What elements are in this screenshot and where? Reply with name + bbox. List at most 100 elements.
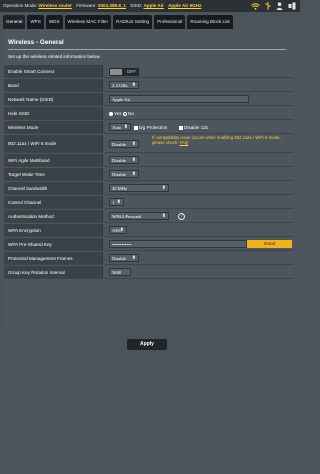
- select-arrow-icon: ⬍: [161, 186, 166, 191]
- row-auth-method: Authentication Method WPA2-Personal ⬍ ?: [4, 210, 293, 223]
- faq-link[interactable]: FAQ: [179, 140, 188, 145]
- bg-protection-option[interactable]: b/g Protection: [134, 121, 168, 137]
- ax-mode-select[interactable]: Disable ⬍: [109, 140, 139, 148]
- ax-mode-value: Disable: [112, 142, 127, 147]
- auth-method-select[interactable]: WPA2-Personal ⬍: [109, 212, 169, 220]
- warning-text: If compatibility issue occurs when enabl…: [152, 135, 281, 146]
- ssid-link-1[interactable]: Apple Air: [144, 3, 164, 8]
- hide-ssid-yes-option[interactable]: Yes: [109, 107, 122, 120]
- row-hide-ssid: Hide SSID Yes No: [4, 107, 293, 120]
- agile-multiband-select[interactable]: Disable ⬍: [109, 156, 139, 164]
- wpa-encryption-select[interactable]: AES ⬍: [109, 226, 127, 234]
- toggle-state: OFF: [126, 69, 136, 74]
- row-channel-bandwidth: Channel bandwidth 20 MHz ⬍: [4, 182, 293, 195]
- operation-mode-link[interactable]: Wireless router: [39, 3, 72, 8]
- ssid-link-2[interactable]: Apple Air 5GHz: [168, 3, 201, 8]
- row-control-channel: Control Channel 1 ⬍: [4, 196, 293, 209]
- row-ax-mode: 802.11ax / WiFi 6 mode Disable ⬍ If compa…: [4, 135, 293, 153]
- select-arrow-icon: ⬍: [119, 228, 124, 233]
- select-arrow-icon: ⬍: [131, 83, 136, 88]
- target-wake-time-select[interactable]: Disable ⬍: [109, 170, 139, 178]
- target-wake-time-label: Target Wake Time: [4, 168, 103, 180]
- wpa-psk-label: WPA Pre-Shared Key: [4, 238, 103, 250]
- firmware-link[interactable]: 3004.388.8_1: [98, 3, 126, 8]
- bg-protection-checkbox[interactable]: [134, 124, 138, 137]
- control-channel-label: Control Channel: [4, 196, 103, 208]
- target-wake-time-value: Disable: [112, 172, 127, 177]
- wpa-encryption-label: WPA Encryption: [4, 224, 103, 236]
- select-arrow-icon: ⬍: [131, 172, 136, 177]
- wireless-mode-value: Auto: [112, 125, 122, 130]
- yes-label: Yes: [114, 111, 122, 116]
- disable-11b-option[interactable]: Disable 11b: [179, 121, 208, 134]
- control-channel-select[interactable]: 1 ⬍: [109, 198, 124, 206]
- tab-roaming-block[interactable]: Roaming Block List: [187, 15, 233, 29]
- channel-bandwidth-label: Channel bandwidth: [4, 182, 103, 194]
- key-rotation-label: Group Key Rotation Interval: [4, 266, 103, 278]
- ssid-field-label: Network Name (SSID): [4, 93, 103, 105]
- row-wireless-mode: Wireless Mode Auto⬍ b/g Protection Disab…: [4, 121, 293, 137]
- control-channel-value: 1: [112, 200, 115, 205]
- channel-bandwidth-value: 20 MHz: [112, 186, 128, 191]
- wifi-icon[interactable]: [251, 2, 260, 10]
- operation-mode-label: Operation Mode:: [3, 3, 38, 8]
- apply-button[interactable]: Apply: [127, 339, 167, 350]
- ax-mode-warning: If compatibility issue occurs when enabl…: [152, 135, 292, 146]
- firmware-label: Firmware:: [76, 3, 97, 8]
- status-bar: Operation Mode: Wireless router Firmware…: [0, 0, 300, 12]
- tab-wps[interactable]: WPS: [27, 15, 44, 29]
- auth-method-label: Authentication Method: [4, 210, 103, 222]
- row-pmf: Protected Management Frames Disable ⬍: [4, 252, 293, 265]
- wireless-mode-label: Wireless Mode: [4, 121, 103, 133]
- disable-11b-checkbox[interactable]: [179, 125, 183, 130]
- band-select[interactable]: 2.4 GHz ⬍: [109, 81, 139, 89]
- select-arrow-icon: ⬍: [161, 214, 166, 219]
- row-ssid: Network Name (SSID) Apple Air: [4, 93, 293, 106]
- row-key-rotation: Group Key Rotation Interval 3600: [4, 266, 293, 279]
- channel-bandwidth-select[interactable]: 20 MHz ⬍: [109, 184, 169, 192]
- agile-multiband-label: WiFi Agile Multiband: [4, 154, 103, 166]
- band-label: Band: [4, 79, 103, 91]
- band-value: 2.4 GHz: [112, 83, 128, 88]
- help-icon[interactable]: ?: [178, 213, 185, 220]
- no-label: No: [128, 111, 134, 116]
- tab-general[interactable]: General: [3, 15, 26, 29]
- usb-icon[interactable]: [265, 2, 271, 10]
- disable-11b-label: Disable 11b: [184, 125, 208, 130]
- wireless-mode-select[interactable]: Auto ⬍: [109, 123, 131, 131]
- user-icon[interactable]: [276, 2, 283, 10]
- tab-mac-filter[interactable]: Wireless MAC Filter: [64, 15, 112, 29]
- tab-professional[interactable]: Professional: [154, 15, 186, 29]
- tab-radius[interactable]: RADIUS Setting: [113, 15, 153, 29]
- smart-connect-toggle[interactable]: OFF: [109, 68, 139, 76]
- key-rotation-input[interactable]: 3600: [109, 268, 131, 276]
- pmf-select[interactable]: Disable ⬍: [109, 254, 139, 262]
- password-strength-badge: Good: [247, 240, 292, 248]
- radio-no[interactable]: [123, 111, 127, 116]
- select-arrow-icon: ⬍: [131, 158, 136, 163]
- row-band: Band 2.4 GHz ⬍: [4, 79, 293, 92]
- tab-wds[interactable]: WDS: [45, 15, 63, 29]
- network-icon[interactable]: [288, 2, 296, 10]
- row-smart-connect: Enable Smart Connect OFF: [4, 65, 293, 78]
- bg-protection-label: b/g Protection: [139, 125, 168, 130]
- select-arrow-icon: ⬍: [131, 256, 136, 261]
- wpa-psk-input[interactable]: ••••••••••••: [109, 240, 247, 248]
- select-arrow-icon: ⬍: [116, 200, 121, 205]
- hide-ssid-label: Hide SSID: [4, 107, 103, 119]
- row-wpa-encryption: WPA Encryption AES ⬍: [4, 224, 293, 237]
- tab-bar: General WPS WDS Wireless MAC Filter RADI…: [3, 15, 233, 29]
- wireless-general-panel: Wireless - General Set up the wireless r…: [3, 29, 294, 350]
- page-description: Set up the wireless related information …: [8, 54, 101, 59]
- row-target-wake-time: Target Wake Time Disable ⬍: [4, 168, 293, 181]
- select-arrow-icon: ⬍: [123, 125, 128, 130]
- ssid-input[interactable]: Apple Air: [109, 95, 249, 103]
- row-agile-multiband: WiFi Agile Multiband Disable ⬍: [4, 154, 293, 167]
- radio-yes[interactable]: [109, 111, 113, 116]
- hide-ssid-no-option[interactable]: No: [123, 107, 134, 120]
- smart-connect-label: Enable Smart Connect: [4, 65, 103, 77]
- pmf-label: Protected Management Frames: [4, 252, 103, 264]
- auth-method-value: WPA2-Personal: [112, 214, 142, 219]
- title-divider: [8, 49, 286, 50]
- select-arrow-icon: ⬍: [131, 142, 136, 147]
